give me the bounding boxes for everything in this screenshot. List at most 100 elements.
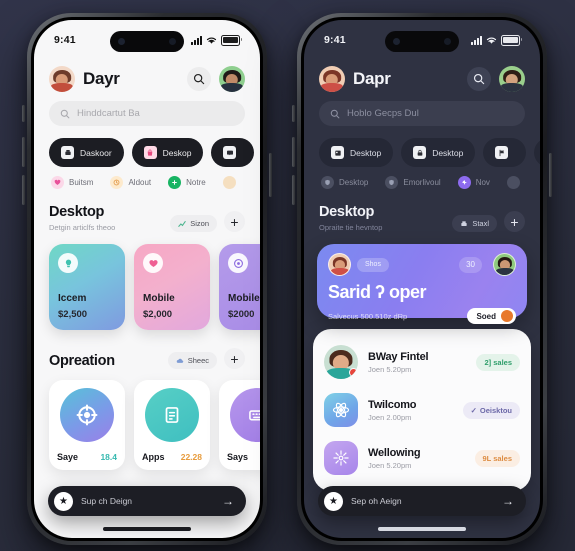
search-input[interactable]: Hinddcartut Bа — [49, 101, 245, 126]
clipboard-icon — [145, 388, 199, 442]
power-button[interactable] — [269, 153, 272, 197]
chart-icon — [178, 220, 186, 227]
sheec-pill[interactable]: Sheec — [167, 352, 217, 369]
hero-cta-button[interactable]: Soed — [467, 308, 516, 324]
user-avatar[interactable] — [49, 66, 75, 92]
subchip-extra[interactable] — [222, 176, 241, 189]
chip-flag[interactable] — [483, 138, 527, 167]
arrow-right-icon[interactable]: → — [222, 494, 240, 508]
list-item[interactable]: Twilcomo Joen 2.00pm ✓ Oeisktou — [324, 386, 520, 434]
bottom-action-bar[interactable]: ★ Sup ch Deign → — [48, 486, 246, 516]
bag-icon — [143, 146, 157, 159]
operation-card[interactable]: Says — [219, 380, 260, 470]
price-card[interactable]: Mobile $2,000 — [134, 244, 210, 330]
phone-left-app: Dayr Hinddcartut Bа Daskoor Deskop Buits… — [34, 58, 260, 538]
search-icon[interactable] — [467, 67, 491, 91]
bottom-bar-label: Sep oh Aeign — [351, 496, 402, 506]
wifi-icon — [486, 36, 497, 45]
mute-switch[interactable] — [292, 105, 295, 122]
chip-circle[interactable] — [534, 138, 540, 167]
check-icon: ✓ — [470, 405, 477, 415]
cellular-bars-icon — [191, 35, 202, 45]
volume-down-button[interactable] — [292, 175, 295, 205]
message-icon — [223, 146, 237, 159]
add-button[interactable]: + — [224, 211, 245, 232]
staxl-pill[interactable]: Staxl — [452, 215, 497, 232]
wifi-icon — [206, 36, 217, 45]
chip-message[interactable] — [211, 138, 255, 167]
hero-pill[interactable]: Shos — [357, 257, 389, 272]
subchip-label: Emorlivoul — [403, 178, 441, 187]
card-title: Iccem — [58, 293, 87, 304]
search-placeholder: Hinddcartut Bа — [77, 108, 140, 119]
cloud-icon — [176, 358, 183, 363]
hero-banner[interactable]: Shos 30 Sarid ʔ oper Salvecus 500.510z d… — [317, 244, 527, 324]
heart-pin-icon — [51, 176, 64, 189]
screenshot-canvas: 9:41 Dayr Hinddcartut Bа Daskoor Deskop … — [0, 0, 575, 551]
volume-up-button[interactable] — [22, 137, 25, 167]
app-header-left: Dayr — [34, 58, 260, 92]
activity-list-panel: BWay Fintel Joen 5.20pm 2] sales Twilcom… — [313, 329, 531, 491]
profile-avatar[interactable] — [219, 66, 245, 92]
star-icon: ★ — [324, 491, 343, 511]
section-title: Desktop — [319, 204, 375, 220]
search-input[interactable]: Hoblo Gecps Dul — [319, 101, 525, 126]
sparkle-icon — [457, 176, 471, 189]
hero-avatar-left — [328, 253, 351, 276]
list-item[interactable]: Wellowing Joen 5.20pm 9L sales — [324, 434, 520, 482]
dynamic-island — [110, 31, 184, 52]
user-avatar[interactable] — [319, 66, 345, 92]
section-title: Opreation — [49, 353, 115, 369]
volume-down-button[interactable] — [22, 175, 25, 205]
list-item-name: BWay Fintel — [368, 350, 429, 363]
operation-card[interactable]: Saye 18.4 — [49, 380, 125, 470]
chip-daskoor[interactable]: Daskoor — [49, 138, 124, 167]
subchip-aldout[interactable]: Aldout — [110, 176, 151, 189]
operation-card[interactable]: Apps 22.28 — [134, 380, 210, 470]
phone-right-screen: 9:41 Dapr Hoblo Gecps Dul Desktop Deskto… — [304, 20, 540, 538]
subchip-label: Nov — [475, 178, 490, 187]
cellular-bars-icon — [471, 35, 482, 45]
dot-icon — [506, 176, 520, 189]
subchip-extra[interactable] — [506, 176, 525, 189]
power-button[interactable] — [549, 153, 552, 197]
sub-chip-row: Buitsm Aldout Notre — [34, 167, 260, 189]
calendar-icon — [331, 146, 344, 159]
subchip-label: Buitsm — [69, 178, 94, 187]
front-camera-icon — [393, 38, 400, 45]
chip-desktop-2[interactable]: Desktop — [401, 138, 476, 167]
profile-avatar[interactable] — [499, 66, 525, 92]
add-button[interactable]: + — [504, 211, 525, 232]
atom-icon — [324, 393, 358, 427]
printer-icon — [461, 220, 467, 226]
list-item[interactable]: BWay Fintel Joen 5.20pm 2] sales — [324, 338, 520, 386]
chip-desktop-1[interactable]: Desktop — [319, 138, 394, 167]
mute-switch[interactable] — [22, 105, 25, 122]
volume-up-button[interactable] — [292, 137, 295, 167]
price-card[interactable]: Iccem $2,500 — [49, 244, 125, 330]
operation-card-row: Saye 18.4 Apps 22.28 Says — [34, 369, 260, 470]
sizon-pill[interactable]: Sizon — [170, 215, 217, 232]
lightbulb-icon — [58, 253, 78, 273]
subchip-label: Aldout — [128, 178, 152, 187]
pill-label: Sheec — [187, 356, 209, 365]
plus-circle-icon — [168, 176, 182, 189]
clock-icon — [110, 176, 124, 189]
bottom-action-bar[interactable]: ★ Sep oh Aeign → — [318, 486, 526, 516]
subchip-desktop[interactable]: Desktop — [321, 176, 368, 189]
add-button[interactable]: + — [224, 348, 245, 369]
section-header-desktop: Desktop Opraite tie hevntop Staxl + — [304, 189, 540, 232]
subchip-notre[interactable]: Notre — [168, 176, 206, 189]
subchip-emorlivoul[interactable]: Emorlivoul — [385, 176, 441, 189]
subchip-nov[interactable]: Nov — [457, 176, 490, 189]
subchip-buitsm[interactable]: Buitsm — [51, 176, 93, 189]
price-card[interactable]: Mobile $2000 — [219, 244, 260, 330]
hero-avatar-right — [493, 253, 516, 276]
chip-deskop[interactable]: Deskop — [131, 138, 204, 167]
arrow-right-icon[interactable]: → — [502, 494, 520, 508]
status-time: 9:41 — [324, 34, 346, 46]
orange-dot-icon — [501, 310, 513, 322]
price-card-row: Iccem $2,500 Mobile $2,000 Mobile $2000 — [34, 232, 260, 330]
search-icon[interactable] — [187, 67, 211, 91]
page-title: Dapr — [353, 69, 391, 88]
